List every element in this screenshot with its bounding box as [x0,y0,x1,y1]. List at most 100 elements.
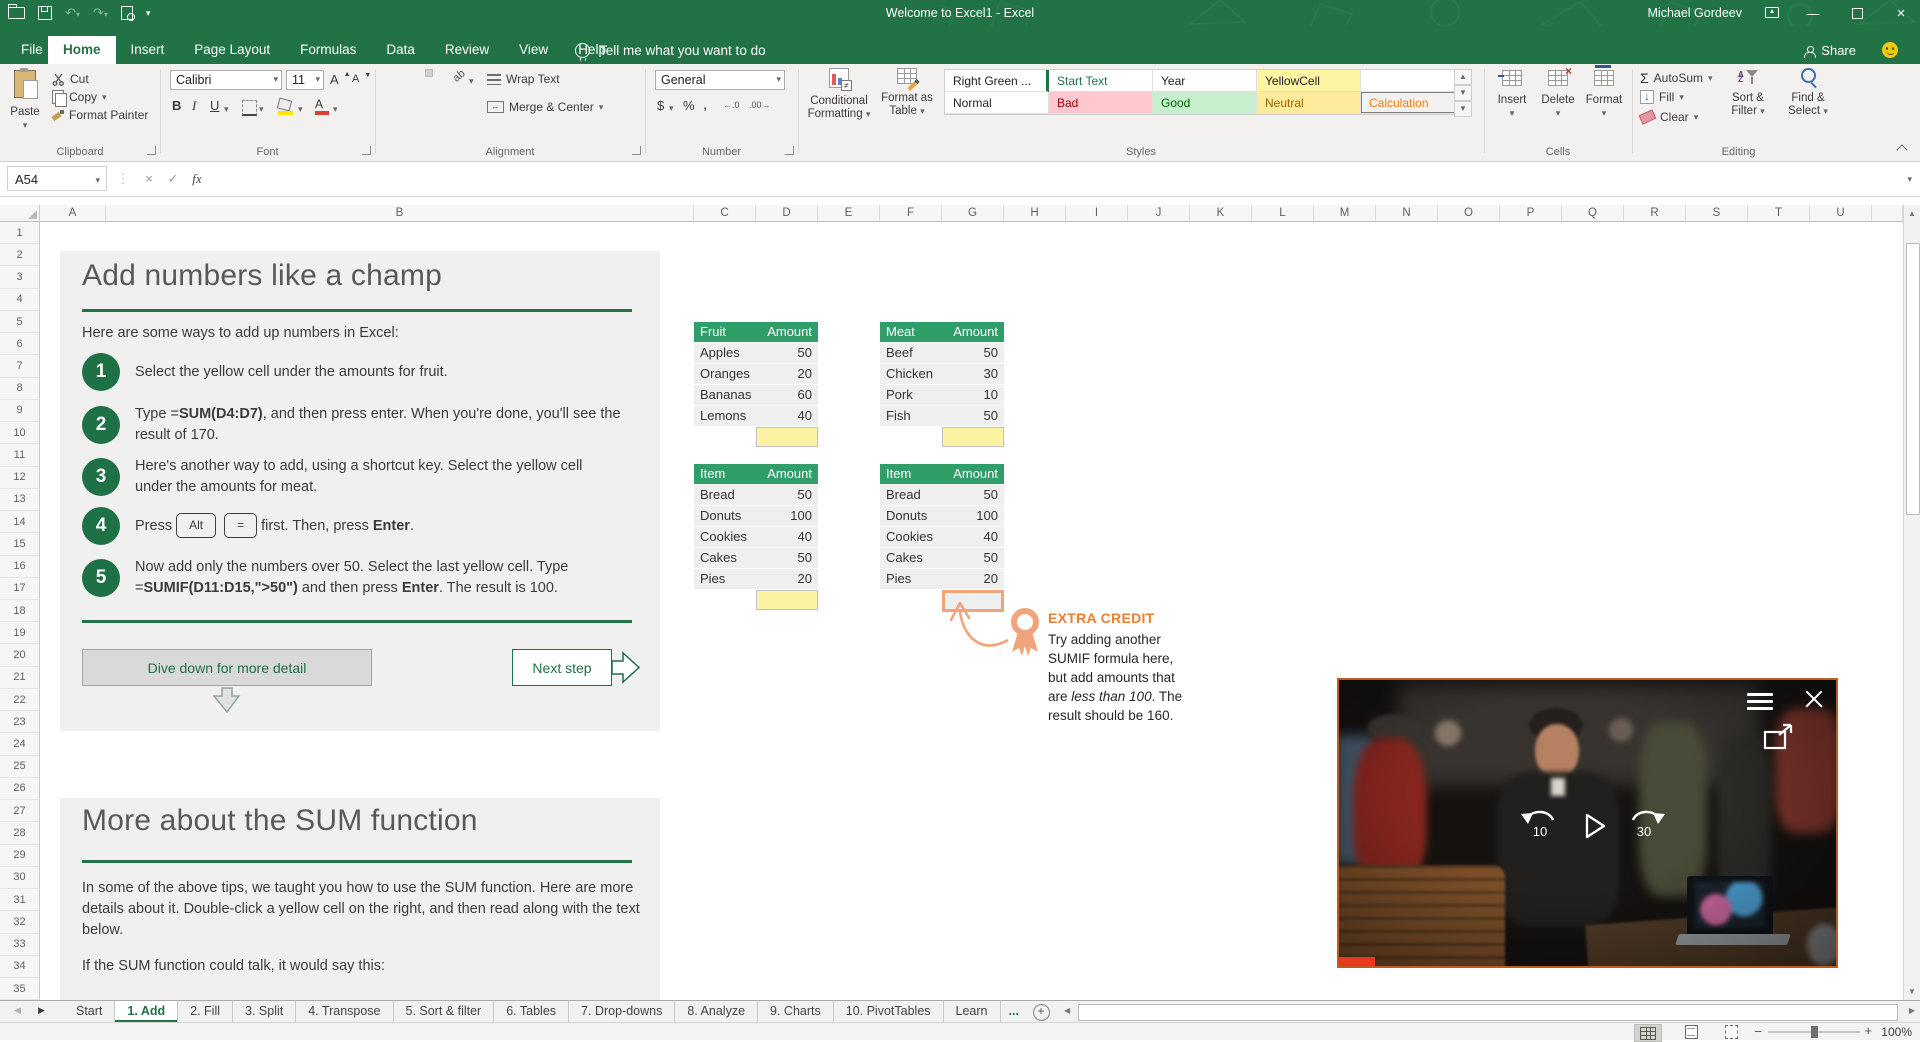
video-progress-bar[interactable] [1339,957,1375,966]
restore-button[interactable] [1846,6,1868,21]
hscroll-right-icon[interactable]: ▶ [1909,1006,1915,1015]
close-button[interactable]: × [1890,5,1912,22]
sheet-tab-7-drop-downs[interactable]: 7. Drop-downs [569,1001,676,1022]
video-menu-icon[interactable] [1747,693,1773,714]
page-break-view-button[interactable] [1718,1024,1744,1040]
horizontal-scroll-thumb[interactable] [1078,1004,1898,1021]
amount-cell[interactable]: 30 [942,364,1004,384]
video-close-icon[interactable] [1804,689,1824,709]
feedback-smiley-icon[interactable] [1882,42,1898,58]
zoom-out-icon[interactable]: − [1754,1024,1762,1039]
item-cell[interactable]: Donuts [694,506,756,526]
amount-cell[interactable]: 50 [942,343,1004,363]
item-cell[interactable]: Fish [880,406,942,426]
video-popout-icon[interactable] [1762,722,1796,752]
sheet-tab-6-tables[interactable]: 6. Tables [494,1001,570,1022]
next-step-button[interactable]: Next step [512,649,612,686]
next-sheet-icon[interactable]: ▶ [38,1005,45,1016]
minimize-button[interactable]: — [1802,6,1824,21]
item-cell[interactable]: Lemons [694,406,756,426]
zoom-level[interactable]: 100% [1872,1025,1912,1039]
item-cell[interactable]: Bread [880,485,942,505]
item-cell[interactable]: Bread [694,485,756,505]
amount-cell[interactable]: 40 [756,527,818,547]
amount-cell[interactable]: 20 [942,569,1004,589]
item-cell[interactable]: Bananas [694,385,756,405]
normal-view-button[interactable] [1634,1024,1662,1042]
amount-cell[interactable]: 50 [942,548,1004,568]
tell-me-box[interactable]: Tell me what you want to do [575,36,766,64]
horizontal-scrollbar[interactable]: ◀ ▶ [1060,1001,1920,1022]
ribbon-tab-page-layout[interactable]: Page Layout [179,36,285,64]
ribbon-display-options-icon[interactable] [1764,6,1780,21]
amount-cell[interactable]: 20 [756,364,818,384]
step-3-badge: 3 [82,458,120,496]
amount-cell[interactable]: 10 [942,385,1004,405]
answer-cell-yellow[interactable] [756,427,818,447]
item-cell[interactable]: Cakes [694,548,756,568]
step-3: 3 Here's another way to add, using a shor… [82,456,622,498]
sheet-tab-start[interactable]: Start [64,1001,116,1022]
ribbon-tab-insert[interactable]: Insert [116,36,180,64]
ribbon-tab-formulas[interactable]: Formulas [285,36,371,64]
card2-para2: If the SUM function could talk, it would… [82,958,386,974]
sheet-tab-3-split[interactable]: 3. Split [233,1001,297,1022]
step-4-badge: 4 [82,507,120,545]
amount-cell[interactable]: 100 [942,506,1004,526]
amount-cell[interactable]: 50 [756,343,818,363]
answer-cell-yellow[interactable] [942,427,1004,447]
amount-cell[interactable]: 40 [756,406,818,426]
item-cell[interactable]: Pork [880,385,942,405]
amount-cell[interactable]: 50 [942,485,1004,505]
new-sheet-button[interactable]: + [1032,1004,1050,1021]
ribbon-tab-data[interactable]: Data [371,36,430,64]
item-cell[interactable]: Cookies [694,527,756,547]
sheet-tabs-overflow[interactable]: ... [1009,1001,1019,1022]
sheet-tab-10-pivottables[interactable]: 10. PivotTables [834,1001,944,1022]
step-4: 4 Press Alt = first. Then, press Enter. [82,507,622,545]
sheet-tab-learn[interactable]: Learn [944,1001,1001,1022]
sheet-tab-4-transpose[interactable]: 4. Transpose [296,1001,394,1022]
item-cell[interactable]: Donuts [880,506,942,526]
sheet-tab-9-charts[interactable]: 9. Charts [758,1001,834,1022]
zoom-slider-handle[interactable] [1811,1026,1818,1038]
amount-cell[interactable]: 60 [756,385,818,405]
amount-cell[interactable]: 50 [942,406,1004,426]
amount-cell[interactable]: 50 [756,485,818,505]
item-cell[interactable]: Beef [880,343,942,363]
item-cell[interactable]: Cookies [880,527,942,547]
prev-sheet-icon[interactable]: ◀ [14,1005,21,1016]
item-cell[interactable]: Pies [880,569,942,589]
item-cell[interactable]: Pies [694,569,756,589]
text-segment: SUM(D4:D7) [178,406,263,422]
table-items-1-header: Item Amount [694,464,818,484]
video-play-icon[interactable] [1583,812,1607,840]
dive-down-button[interactable]: Dive down for more detail [82,649,372,686]
share-button[interactable]: Share [1804,36,1856,64]
hscroll-left-icon[interactable]: ◀ [1064,1006,1070,1015]
answer-cell-yellow[interactable] [756,590,818,610]
ribbon-tabs: Home Insert Page Layout Formulas Data Review V… [48,26,621,64]
item-cell[interactable]: Chicken [880,364,942,384]
zoom-in-icon[interactable]: + [1864,1023,1872,1038]
item-cell[interactable]: Cakes [880,548,942,568]
amount-cell[interactable]: 20 [756,569,818,589]
sheet-tab-1-add[interactable]: 1. Add [115,1001,179,1022]
ribbon-tab-view[interactable]: View [504,36,563,64]
header-cell: Amount [767,466,812,481]
sheet-tab-8-analyze[interactable]: 8. Analyze [675,1001,759,1022]
ribbon-tab-home[interactable]: Home [48,36,116,64]
text-segment: less than 100 [1071,689,1152,704]
amount-cell[interactable]: 40 [942,527,1004,547]
amount-cell[interactable]: 100 [756,506,818,526]
sheet-tab-5-sort-filter[interactable]: 5. Sort & filter [394,1001,495,1022]
video-player[interactable]: 10 30 [1337,678,1838,968]
card1-title: Add numbers like a champ [82,259,442,292]
text-segment: and then press [297,580,402,596]
item-cell[interactable]: Apples [694,343,756,363]
item-cell[interactable]: Oranges [694,364,756,384]
ribbon-tab-review[interactable]: Review [430,36,504,64]
amount-cell[interactable]: 50 [756,548,818,568]
sheet-tab-2-fill[interactable]: 2. Fill [178,1001,234,1022]
page-layout-view-button[interactable] [1678,1024,1704,1040]
